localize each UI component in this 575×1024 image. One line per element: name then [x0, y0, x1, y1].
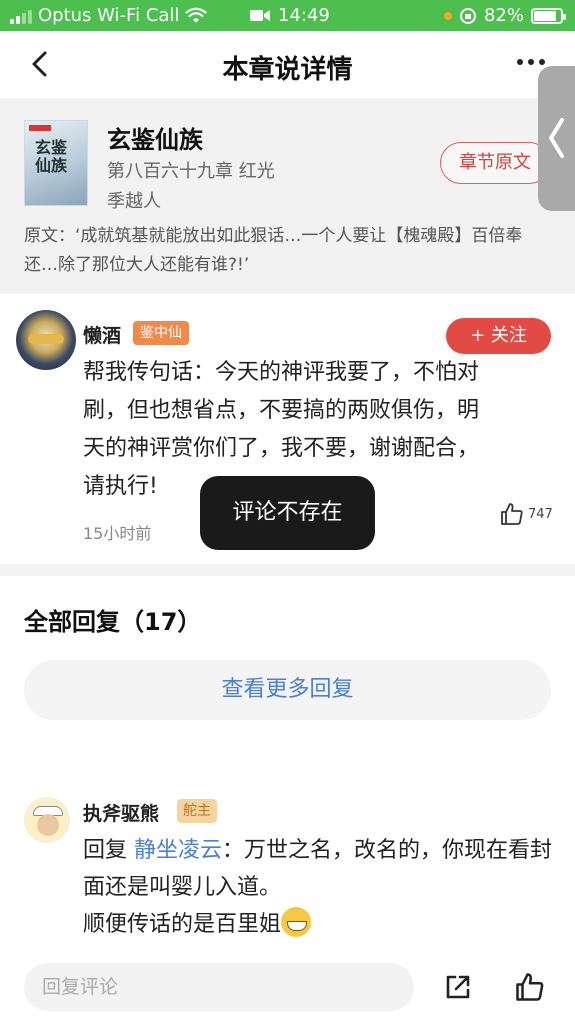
reply-text-line2: 顺便传话的是百里姐 — [83, 912, 282, 937]
status-center: 14:49 — [250, 5, 330, 26]
page-title: 本章说详情 — [222, 55, 353, 85]
clock: 14:49 — [278, 5, 330, 26]
comment-username[interactable]: 懒酒 — [83, 321, 121, 348]
thumbs-up-icon — [501, 503, 523, 525]
status-bar: Optus Wi-Fi Call 14:49 82% — [0, 0, 575, 31]
user-rank-badge: 鉴中仙 — [133, 321, 189, 345]
nav-bar: 本章说详情 — [0, 31, 575, 98]
reply-username[interactable]: 执斧驱熊 — [83, 799, 159, 826]
side-panel-tab[interactable] — [538, 66, 575, 211]
comment-time: 15小时前 — [83, 524, 152, 543]
section-divider — [0, 564, 575, 576]
original-chapter-button[interactable]: 章节原文 — [440, 142, 550, 184]
author-name: 季越人 — [107, 191, 161, 212]
mention-link[interactable]: 静坐凌云 — [134, 838, 222, 863]
cover-title: 玄鉴仙族 — [35, 138, 68, 175]
wifi-icon — [185, 7, 208, 23]
battery-percent: 82% — [483, 5, 524, 26]
chapter-title: 第八百六十九章 红光 — [107, 161, 275, 182]
thumbs-up-icon[interactable] — [515, 972, 545, 1002]
status-right: 82% — [443, 5, 566, 26]
signal-icon — [10, 8, 32, 24]
reply-input[interactable] — [24, 963, 414, 1011]
chevron-left-icon — [549, 118, 564, 158]
battery-icon — [531, 7, 566, 24]
mic-indicator-icon — [443, 11, 452, 20]
share-icon[interactable] — [443, 972, 473, 1002]
user-rank-badge: 舵主 — [177, 799, 217, 823]
bottom-bar — [0, 948, 575, 1024]
orientation-lock-icon — [459, 7, 476, 24]
carrier-label: Optus Wi-Fi Call — [38, 5, 180, 26]
status-left: Optus Wi-Fi Call — [10, 5, 208, 26]
reply-text[interactable]: 回复 静坐凌云：万世之名，改名的，你现在看封面还是叫婴儿入道。 顺便传话的是百里… — [83, 832, 553, 943]
book-title[interactable]: 玄鉴仙族 — [107, 120, 203, 155]
like-button[interactable]: 747 — [500, 502, 553, 526]
quoted-text: 原文：‘成就筑基就能放出如此狠话…一个人要让【槐魂殿】百倍奉还…除了那位大人还能… — [24, 226, 523, 275]
book-cover[interactable]: 玄鉴仙族 — [24, 120, 88, 206]
reply-prefix: 回复 — [83, 838, 134, 863]
avatar[interactable] — [16, 310, 76, 370]
view-more-replies-button[interactable]: 查看更多回复 — [24, 660, 551, 720]
follow-button[interactable]: + 关注 — [446, 318, 551, 354]
replies-header: 全部回复（17） — [24, 608, 202, 636]
more-dots-icon[interactable] — [517, 59, 545, 65]
toast-message: 评论不存在 — [200, 476, 375, 550]
video-call-icon — [250, 10, 270, 21]
grin-emoji-icon — [281, 907, 312, 937]
like-count: 747 — [528, 506, 553, 522]
avatar[interactable] — [24, 797, 70, 843]
page: Optus Wi-Fi Call 14:49 82% 本章说详情 玄鉴仙族 玄鉴… — [0, 0, 575, 1024]
